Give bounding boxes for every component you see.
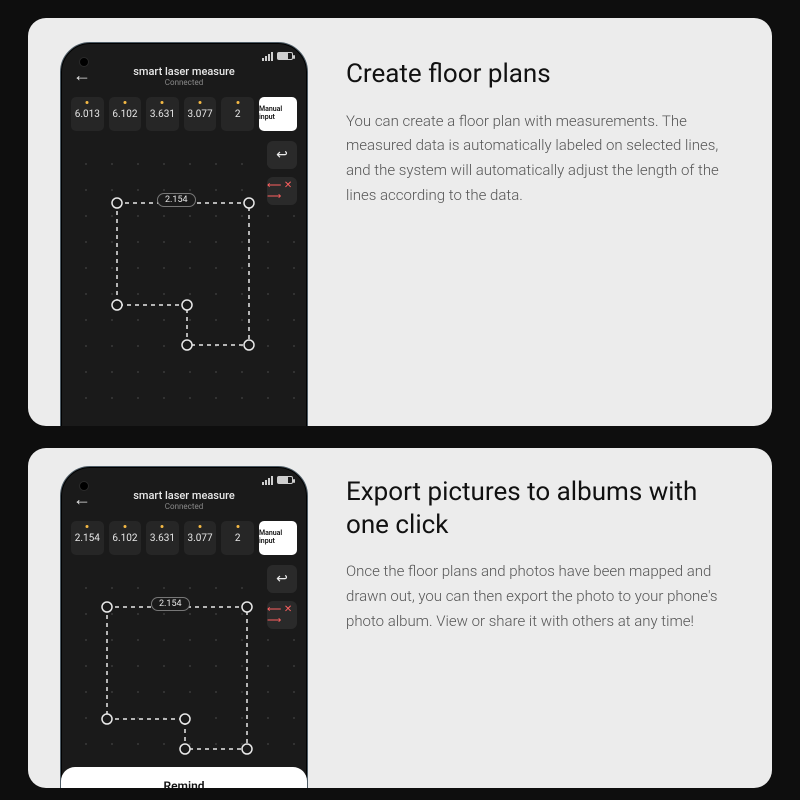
measurement-chips: 6.013 6.102 3.631 3.077 2 Manual input (61, 91, 307, 137)
signal-icon (262, 51, 273, 61)
feature-heading: Create floor plans (346, 58, 744, 91)
modal-title: Remind (61, 779, 307, 788)
app-header: ← smart laser measure Connected (61, 65, 307, 91)
measurement-badge[interactable]: 2.154 (157, 193, 196, 207)
ruler-button[interactable]: ⟵ ✕ ⟶ (267, 601, 297, 629)
export-modal: Remind Downloaded to the system album Co… (61, 767, 307, 788)
feature-card-floor-plans: ← smart laser measure Connected 6.013 6.… (28, 18, 772, 426)
measure-chip[interactable]: 6.102 (109, 521, 142, 555)
manual-input-button[interactable]: Manual input (259, 521, 297, 555)
feature-heading: Export pictures to albums with one click (346, 476, 744, 541)
phone-mockup: ← smart laser measure Connected 2.154 6.… (54, 448, 316, 788)
undo-button[interactable]: ↩ (267, 141, 297, 169)
feature-body: Once the floor plans and photos have bee… (346, 559, 744, 633)
measure-chip[interactable]: 2.154 (71, 521, 104, 555)
undo-button[interactable]: ↩ (267, 565, 297, 593)
app-header: ← smart laser measure Connected (61, 489, 307, 515)
app-title: smart laser measure (61, 65, 307, 78)
app-title: smart laser measure (61, 489, 307, 502)
battery-icon (277, 52, 293, 60)
floorplan-canvas[interactable]: ↩ ⟵ ✕ ⟶ 2.154 (61, 565, 307, 788)
signal-icon (262, 475, 273, 485)
measurement-chips: 2.154 6.102 3.631 3.077 2 Manual input (61, 515, 307, 561)
status-bar (61, 467, 307, 489)
measure-chip[interactable]: 2 (221, 521, 254, 555)
measure-chip[interactable]: 3.077 (184, 521, 217, 555)
floorplan-shape: 2.154 (97, 589, 257, 759)
measure-chip[interactable]: 3.631 (146, 521, 179, 555)
floorplan-shape: 2.154 (107, 185, 259, 355)
status-bar (61, 43, 307, 65)
measure-chip[interactable]: 6.102 (109, 97, 142, 131)
phone-mockup: ← smart laser measure Connected 6.013 6.… (54, 18, 316, 426)
ruler-button[interactable]: ⟵ ✕ ⟶ (267, 177, 297, 205)
app-subtitle: Connected (61, 78, 307, 87)
measure-chip[interactable]: 3.077 (184, 97, 217, 131)
app-subtitle: Connected (61, 502, 307, 511)
manual-input-button[interactable]: Manual input (259, 97, 297, 131)
floorplan-canvas[interactable]: ↩ ⟵ ✕ ⟶ 2.154 (61, 141, 307, 421)
feature-body: You can create a floor plan with measure… (346, 109, 744, 208)
feature-card-export: ← smart laser measure Connected 2.154 6.… (28, 448, 772, 788)
battery-icon (277, 476, 293, 484)
measurement-badge[interactable]: 2.154 (151, 597, 190, 611)
measure-chip[interactable]: 2 (221, 97, 254, 131)
measure-chip[interactable]: 6.013 (71, 97, 104, 131)
measure-chip[interactable]: 3.631 (146, 97, 179, 131)
